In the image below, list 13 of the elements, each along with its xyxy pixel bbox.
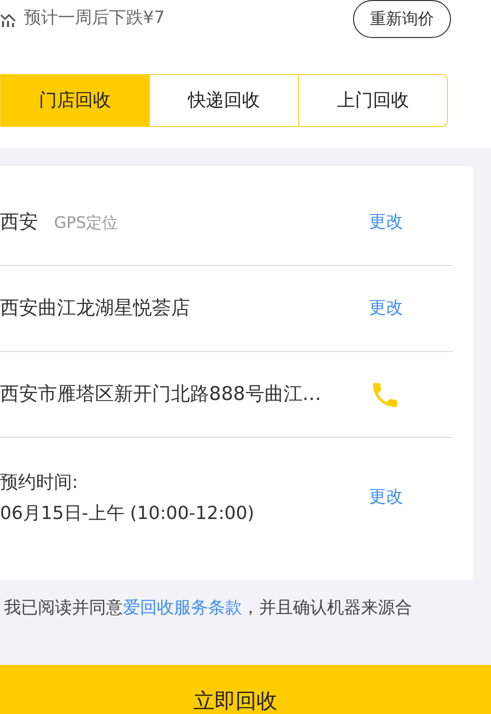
trend-down-icon	[0, 11, 18, 27]
agreement-text: 我已阅读并同意爱回收服务条款，并且确认机器来源合	[4, 597, 412, 620]
store-address: 西安市雁塔区新开门北路888号曲江…	[0, 382, 322, 408]
recycle-method-tab[interactable]: 上门回收	[298, 75, 447, 126]
recycle-now-button[interactable]: 立即回收	[194, 691, 278, 712]
price-forecast: 预计一周后下跌¥7	[24, 7, 165, 30]
appointment-label: 预约时间:	[0, 471, 80, 495]
appointment-time: 06月15日-上午 (10:00-12:00)	[0, 502, 254, 526]
gps-label: GPS定位	[54, 212, 118, 234]
city-name: 西安	[0, 210, 38, 236]
recycle-method-tab[interactable]: 门店回收	[1, 75, 149, 126]
store-name: 西安曲江龙湖星悦荟店	[0, 296, 190, 322]
requote-button[interactable]: 重新询价	[353, 0, 451, 38]
